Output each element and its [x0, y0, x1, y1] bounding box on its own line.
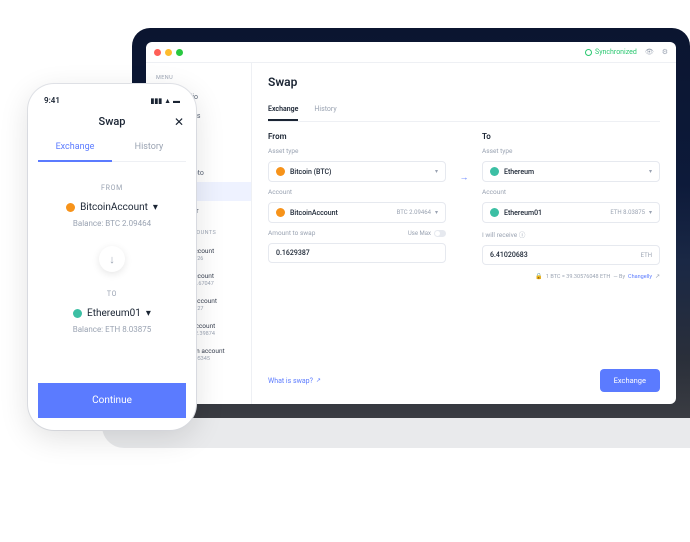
bitcoin-icon — [66, 203, 75, 212]
wifi-icon: ▲ — [164, 97, 171, 105]
maximize-window-dot[interactable] — [176, 49, 183, 56]
tab-exchange[interactable]: Exchange — [38, 134, 112, 162]
signal-icon: ▮▮▮ — [151, 97, 163, 105]
account-value: BitcoinAccount — [290, 209, 338, 217]
info-icon[interactable]: ⓘ — [519, 231, 526, 239]
to-receive-output: 6.41020683 ETH — [482, 245, 660, 265]
ethereum-icon — [490, 208, 499, 217]
main-panel: Swap Exchange History From Asset type Bi… — [252, 63, 676, 404]
tab-exchange[interactable]: Exchange — [268, 99, 298, 121]
close-window-dot[interactable] — [154, 49, 161, 56]
lock-icon: 🔒 — [535, 273, 542, 280]
swap-tabs: Exchange History — [268, 99, 660, 122]
receive-label: I will receive ⓘ — [482, 229, 525, 239]
phone-notch — [85, 84, 139, 96]
toggle-icon — [434, 230, 446, 237]
sync-status: Synchronized — [585, 48, 637, 56]
bitcoin-icon — [276, 208, 285, 217]
phone-frame: 9:41 ▮▮▮ ▲ ▬ Swap ✕ Exchange History Fro… — [28, 84, 196, 430]
minimize-window-dot[interactable] — [165, 49, 172, 56]
use-max-label: Use Max — [408, 230, 431, 237]
chevron-down-icon: ▾ — [146, 308, 151, 319]
ethereum-icon — [490, 167, 499, 176]
to-asset-select[interactable]: Ethereum ▾ — [482, 161, 660, 182]
close-icon[interactable]: ✕ — [174, 115, 184, 129]
phone-tabs: Exchange History — [38, 134, 186, 162]
asset-type-label: Asset type — [482, 147, 660, 155]
from-balance: Balance: BTC 2.09464 — [73, 219, 151, 228]
tab-history[interactable]: History — [314, 99, 336, 121]
what-is-swap-link[interactable]: What is swap? ↗ — [268, 377, 321, 385]
asset-type-label: Asset type — [268, 147, 446, 155]
account-balance: ETH 8.03875 — [610, 209, 645, 216]
account-label: Account — [482, 188, 660, 196]
to-label: To — [107, 290, 117, 298]
chevron-down-icon: ▾ — [435, 168, 438, 175]
settings-icon[interactable]: ⚙ — [662, 48, 668, 56]
status-bar: 9:41 ▮▮▮ ▲ ▬ — [38, 96, 186, 105]
account-value: Ethereum01 — [504, 209, 542, 217]
asset-value: Ethereum — [504, 168, 534, 176]
to-account-select[interactable]: Ethereum01 ETH 8.03875 ▾ — [482, 202, 660, 223]
ethereum-icon — [73, 309, 82, 318]
exchange-rate: 🔒 1 BTC = 39.30576048 ETH — By Changelly… — [482, 273, 660, 280]
phone-title: Swap — [99, 115, 126, 128]
continue-button[interactable]: Continue — [38, 383, 186, 418]
rate-value: 1 BTC = 39.30576048 ETH — [546, 274, 610, 280]
to-header: To — [482, 132, 660, 141]
bitcoin-icon — [276, 167, 285, 176]
from-label: From — [101, 184, 123, 192]
laptop-frame: Synchronized 👁 ⚙ Menu 📊Portfolio ▭Accoun… — [132, 28, 690, 418]
eye-icon[interactable]: 👁 — [645, 48, 654, 56]
account-name: BitcoinAccount — [80, 202, 148, 213]
status-time: 9:41 — [44, 96, 60, 105]
from-account-select[interactable]: BitcoinAccount BTC 2.09464 ▾ — [268, 202, 446, 223]
from-amount-input[interactable]: 0.1629387 — [268, 243, 446, 263]
to-account-select[interactable]: Ethereum01 ▾ — [73, 308, 151, 319]
window-titlebar: Synchronized 👁 ⚙ — [146, 42, 676, 63]
by-label: — By — [613, 274, 625, 280]
account-balance: BTC 2.09464 — [397, 209, 431, 216]
amount-value: 0.1629387 — [276, 249, 310, 257]
sync-icon — [585, 49, 592, 56]
from-asset-select[interactable]: Bitcoin (BTC) ▾ — [268, 161, 446, 182]
swap-direction-button[interactable]: ↓ — [99, 246, 125, 272]
from-column: From Asset type Bitcoin (BTC) ▾ Account … — [268, 132, 446, 263]
chevron-down-icon: ▾ — [649, 209, 652, 216]
receive-value: 6.41020683 — [490, 251, 528, 259]
account-label: Account — [268, 188, 446, 196]
account-name: Ethereum01 — [87, 308, 141, 319]
chevron-down-icon: ▾ — [649, 168, 652, 175]
desktop-app: Synchronized 👁 ⚙ Menu 📊Portfolio ▭Accoun… — [146, 42, 676, 404]
chevron-down-icon: ▾ — [153, 202, 158, 213]
from-account-select[interactable]: BitcoinAccount ▾ — [66, 202, 158, 213]
asset-value: Bitcoin (BTC) — [290, 168, 331, 176]
phone-header: Swap ✕ — [38, 105, 186, 134]
tab-history[interactable]: History — [112, 134, 186, 162]
exchange-button[interactable]: Exchange — [600, 369, 660, 392]
swap-direction-arrow: → — [456, 132, 472, 183]
provider-link[interactable]: Changelly — [628, 274, 652, 280]
amount-label: Amount to swap — [268, 229, 315, 237]
sync-label: Synchronized — [595, 48, 637, 56]
use-max-toggle[interactable]: Use Max — [408, 230, 446, 237]
from-header: From — [268, 132, 446, 141]
link-label: What is swap? — [268, 377, 313, 385]
to-balance: Balance: ETH 8.03875 — [73, 325, 152, 334]
page-title: Swap — [268, 75, 660, 89]
external-link-icon: ↗ — [655, 273, 660, 280]
external-link-icon: ↗ — [316, 377, 321, 384]
chevron-down-icon: ▾ — [435, 209, 438, 216]
battery-icon: ▬ — [173, 97, 180, 105]
receive-unit: ETH — [641, 252, 652, 259]
to-column: To Asset type Ethereum ▾ Account Ethereu… — [482, 132, 660, 280]
